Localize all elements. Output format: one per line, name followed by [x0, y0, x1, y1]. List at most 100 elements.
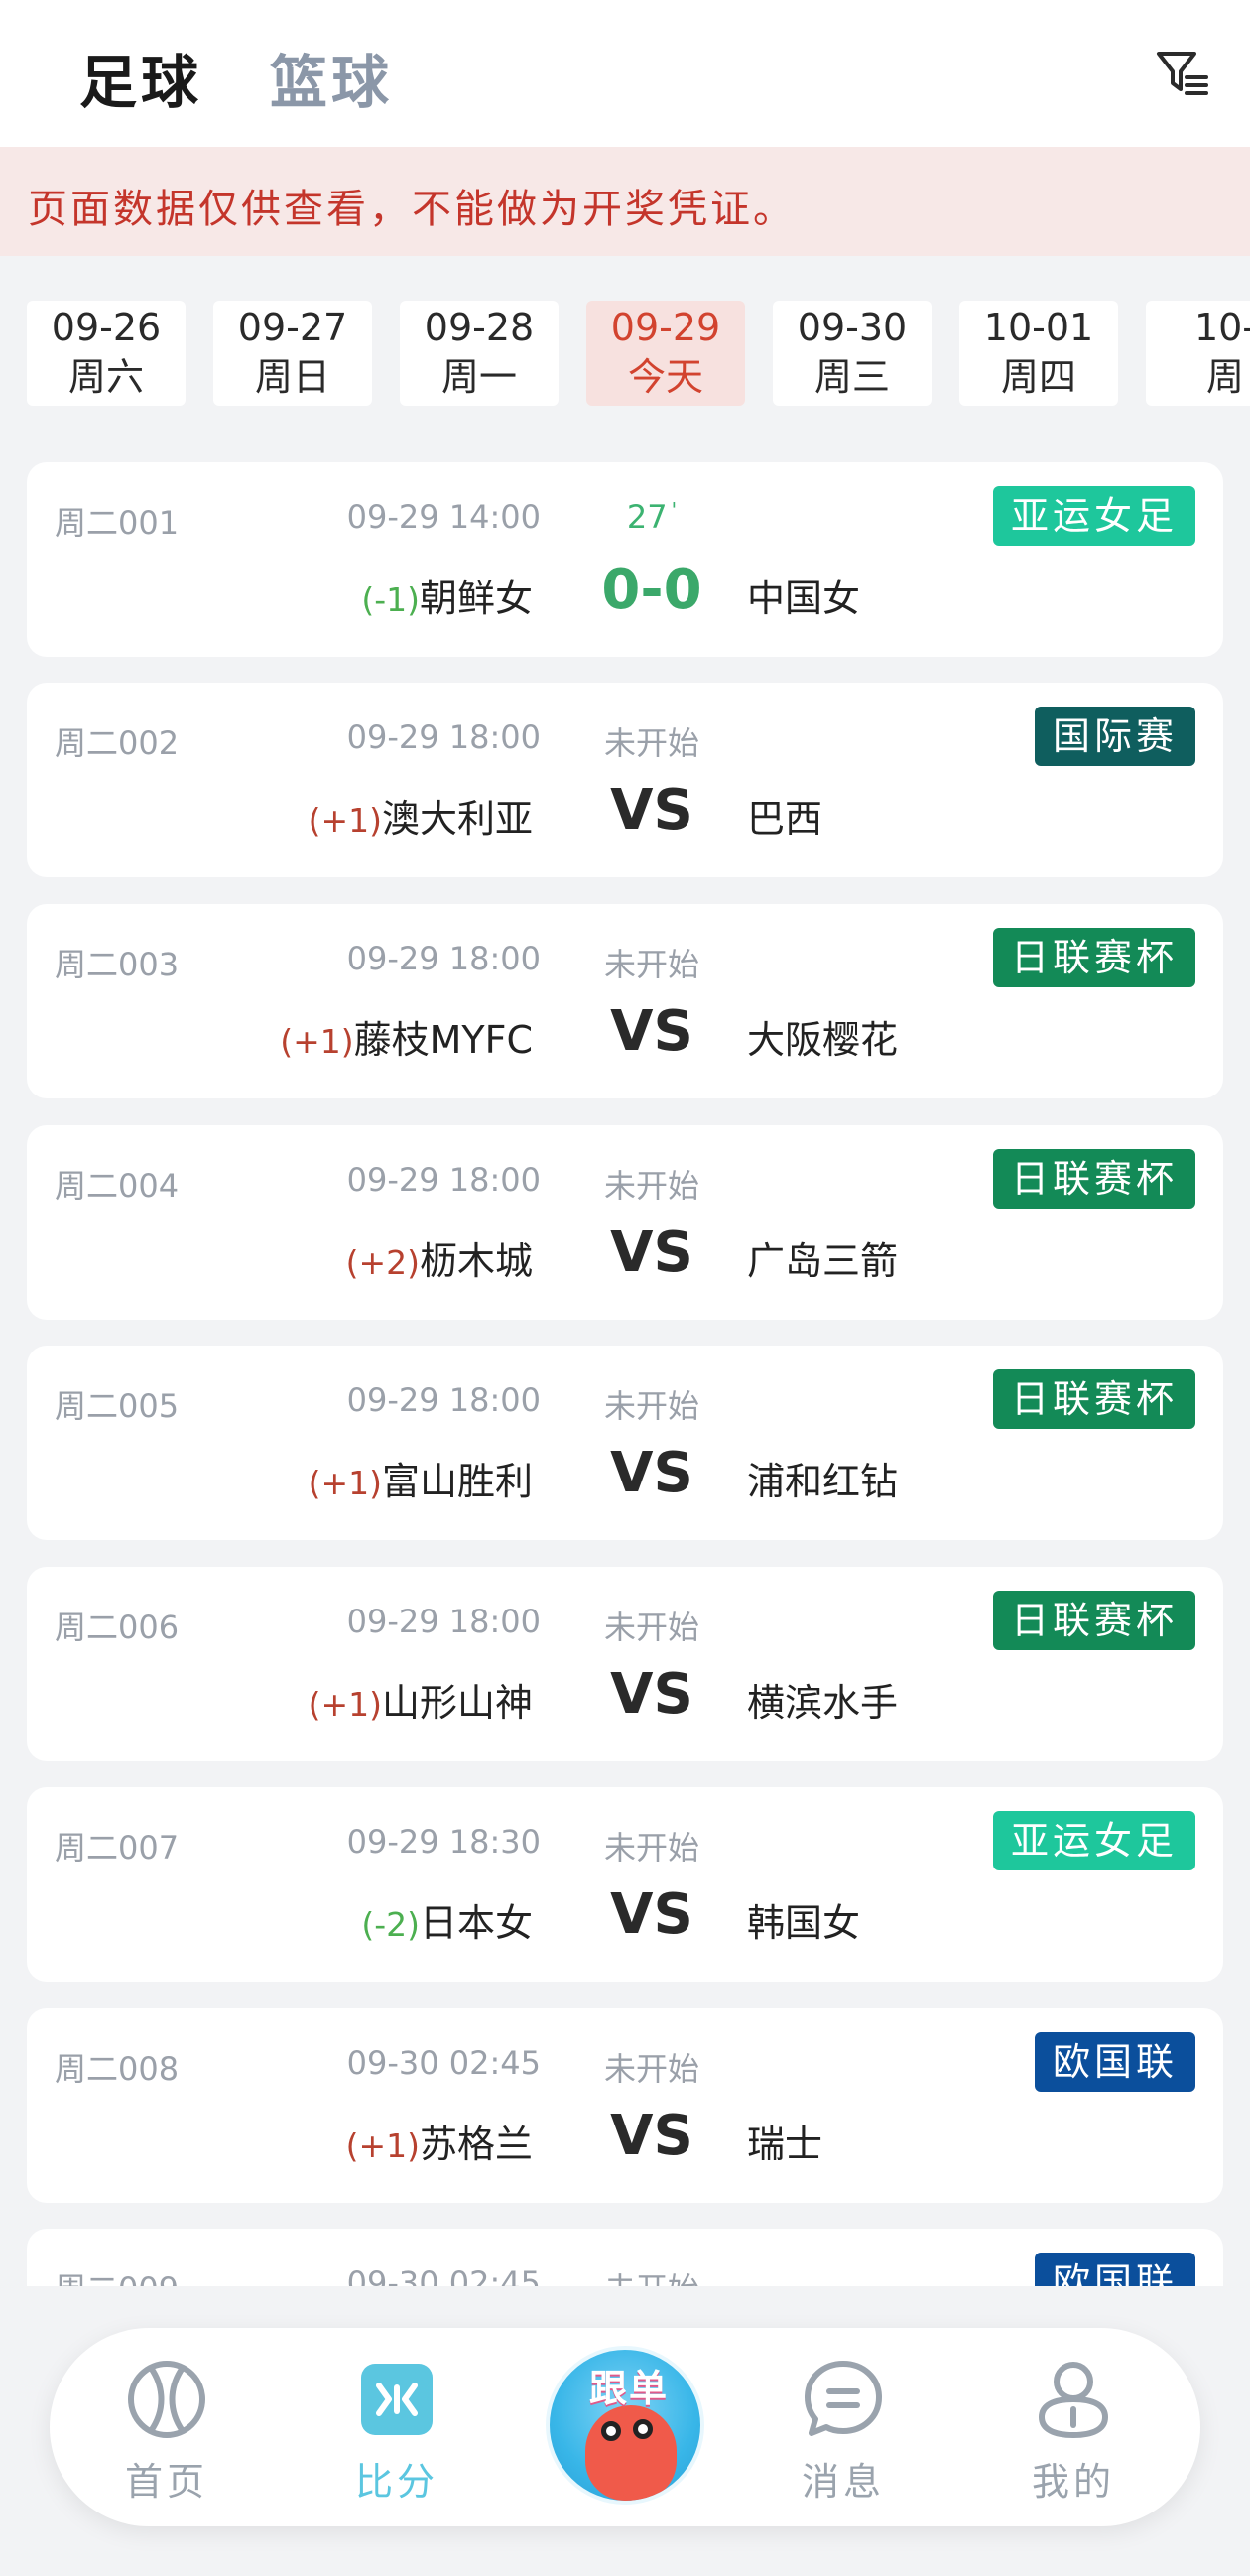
handicap: (+1): [308, 1464, 382, 1502]
top-bar: 足球 篮球: [0, 0, 1250, 147]
league-badge[interactable]: 欧国联: [1034, 2032, 1195, 2092]
nav-label: 跟单: [588, 2367, 669, 2410]
handicap: (+1): [345, 2126, 420, 2165]
league-badge[interactable]: 日联赛杯: [992, 1149, 1195, 1209]
home-team: (-2)日本女: [361, 1901, 533, 1945]
away-team: 广岛三箭: [747, 1239, 899, 1283]
league-badge[interactable]: 日联赛杯: [992, 1591, 1195, 1650]
home-team: (+2)枥木城: [345, 1239, 533, 1283]
nav-label: 我的: [1031, 2460, 1115, 2504]
home-team: (-1)朝鲜女: [361, 577, 533, 620]
match-card[interactable]: 周二004 09-29 18:00 未开始 日联赛杯 (+2)枥木城 VS 广岛…: [27, 1125, 1223, 1320]
date-label: 10-01: [983, 306, 1094, 349]
weekday-label: 周一: [440, 355, 517, 399]
date-chip-today[interactable]: 09-29 今天: [586, 301, 745, 406]
away-team: 中国女: [747, 577, 861, 620]
nav-label: 消息: [801, 2460, 885, 2504]
date-selector: 09-26 周六 09-27 周日 09-28 周一 09-29 今天 09-3…: [0, 256, 1250, 435]
match-status: 未开始: [603, 1829, 699, 1867]
handicap: (+1): [308, 801, 382, 839]
filter-button[interactable]: [1151, 42, 1214, 105]
match-time: 09-29 18:00: [346, 1603, 541, 1640]
handicap: (+1): [280, 1022, 354, 1061]
score-icon: [361, 2364, 433, 2435]
match-time: 09-30 02:45: [346, 2044, 541, 2082]
match-code: 周二005: [55, 1387, 180, 1425]
profile-icon: [1038, 2362, 1109, 2439]
league-badge[interactable]: 国际赛: [1034, 707, 1195, 766]
league-badge[interactable]: 欧国联: [1034, 2253, 1195, 2286]
match-code: 周二009: [55, 2264, 179, 2286]
date-label: 09-29: [610, 306, 721, 349]
notice-text: 页面数据仅供查看，不能做为开奖凭证。: [28, 187, 796, 232]
date-chip[interactable]: 10- 周: [1146, 301, 1250, 406]
league-badge[interactable]: 亚运女足: [992, 1811, 1195, 1870]
match-card[interactable]: 周二006 09-29 18:00 未开始 日联赛杯 (+1)山形山神 VS 横…: [27, 1567, 1223, 1761]
match-time: 09-29 14:00: [346, 498, 541, 536]
filter-icon: [1157, 52, 1208, 95]
nav-profile[interactable]: 我的: [1004, 2358, 1143, 2507]
date-chip[interactable]: 09-30 周三: [773, 301, 932, 406]
match-card[interactable]: 周二002 09-29 18:00 未开始 国际赛 (+1)澳大利亚 VS 巴西: [27, 683, 1223, 877]
weekday-label: 周三: [813, 355, 890, 399]
date-chip[interactable]: 09-26 周六: [27, 301, 186, 406]
match-status: 未开始: [603, 1167, 699, 1205]
league-badge[interactable]: 日联赛杯: [992, 1369, 1195, 1429]
versus-label: VS: [610, 1441, 693, 1505]
nav-score[interactable]: 比分: [327, 2358, 466, 2507]
handicap: (+2): [345, 1243, 420, 1282]
match-code: 周二002: [55, 724, 180, 762]
match-code: 周二007: [55, 1829, 180, 1867]
nav-home[interactable]: 首页: [97, 2358, 236, 2507]
home-team: (+1)富山胜利: [308, 1460, 533, 1503]
match-card[interactable]: 周二007 09-29 18:30 未开始 亚运女足 (-2)日本女 VS 韩国…: [27, 1787, 1223, 1982]
match-code: 周二006: [55, 1609, 180, 1646]
tab-basketball[interactable]: 篮球: [270, 36, 393, 119]
mascot-eye: [633, 2419, 653, 2439]
match-card[interactable]: 周二001 09-29 14:00 27 ' 亚运女足 (-1)朝鲜女 0-0 中…: [27, 462, 1223, 657]
mascot-eye: [601, 2421, 621, 2441]
away-team: 韩国女: [747, 1901, 861, 1945]
notice-banner: 页面数据仅供查看，不能做为开奖凭证。: [0, 147, 1250, 256]
match-status: 未开始: [562, 2264, 741, 2286]
away-team: 瑞士: [747, 2123, 823, 2166]
nav-label: 比分: [354, 2460, 438, 2504]
versus-label: VS: [610, 2104, 693, 2168]
match-status: 未开始: [603, 946, 699, 983]
bottom-nav: 首页 比分 跟单 消息 我的: [50, 2328, 1200, 2526]
weekday-label: 周日: [254, 355, 330, 399]
date-label: 09-27: [237, 306, 348, 349]
match-time: 09-29 18:00: [346, 718, 541, 756]
date-chip[interactable]: 10-01 周四: [959, 301, 1118, 406]
match-card[interactable]: 周二005 09-29 18:00 未开始 日联赛杯 (+1)富山胜利 VS 浦…: [27, 1346, 1223, 1540]
nav-follow-button[interactable]: 跟单: [546, 2346, 704, 2505]
home-team: (+1)澳大利亚: [308, 797, 533, 840]
match-card[interactable]: 周二008 09-30 02:45 未开始 欧国联 (+1)苏格兰 VS 瑞士: [27, 2008, 1223, 2203]
nav-label: 首页: [124, 2460, 208, 2504]
match-time: 09-29 18:00: [346, 1381, 541, 1419]
versus-label: VS: [610, 778, 693, 842]
match-card[interactable]: 周二009 09-30 02:45 未开始 欧国联: [27, 2229, 1223, 2286]
match-time: 09-29 18:00: [346, 1161, 541, 1199]
home-ball-icon: [128, 2361, 205, 2438]
weekday-label: 周: [1205, 355, 1244, 399]
nav-messages[interactable]: 消息: [774, 2358, 913, 2507]
date-label: 09-30: [797, 306, 908, 349]
league-badge[interactable]: 日联赛杯: [992, 928, 1195, 987]
date-chip[interactable]: 09-28 周一: [400, 301, 559, 406]
home-team: (+1)藤枝MYFC: [280, 1018, 533, 1062]
tab-football[interactable]: 足球: [79, 36, 202, 119]
handicap: (-1): [361, 580, 420, 619]
league-badge[interactable]: 亚运女足: [992, 486, 1195, 546]
away-team: 浦和红钻: [747, 1460, 899, 1503]
match-code: 周二001: [55, 504, 180, 542]
weekday-label: 今天: [627, 355, 703, 399]
weekday-label: 周六: [67, 355, 144, 399]
match-card[interactable]: 周二003 09-29 18:00 未开始 日联赛杯 (+1)藤枝MYFC VS…: [27, 904, 1223, 1098]
versus-label: VS: [610, 1221, 693, 1285]
match-time: 09-30 02:45: [346, 2264, 541, 2286]
away-team: 大阪樱花: [747, 1018, 899, 1062]
date-chip[interactable]: 09-27 周日: [213, 301, 372, 406]
match-status: 未开始: [603, 1387, 699, 1425]
match-code: 周二008: [55, 2050, 180, 2088]
